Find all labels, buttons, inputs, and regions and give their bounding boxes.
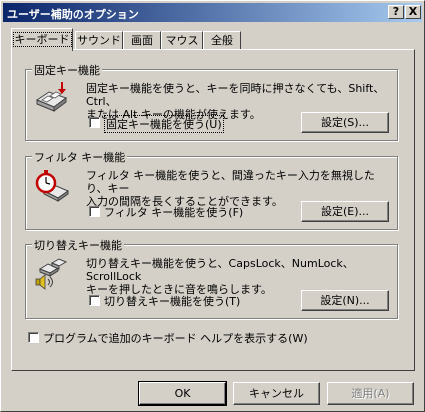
toggle-keys-checkbox[interactable] <box>89 295 100 306</box>
accessibility-options-dialog: ユーザー補助のオプション ? X キーボード サウンド 画面 マウス 全般 固定… <box>0 0 425 412</box>
tab-display[interactable]: 画面 <box>123 31 161 50</box>
tab-keyboard[interactable]: キーボード <box>11 28 73 51</box>
toggle-keys-group-title: 切り替えキー機能 <box>32 237 124 253</box>
keyboard-sticky-keys-icon <box>35 82 68 112</box>
toggle-keys-settings-button[interactable]: 設定(N)... <box>301 290 389 311</box>
title-bar[interactable]: ユーザー補助のオプション ? X <box>3 3 422 22</box>
extra-keyboard-help-label[interactable]: プログラムで追加のキーボード ヘルプを表示する(W) <box>43 330 308 346</box>
apply-button[interactable]: 適用(A) <box>327 382 414 405</box>
stopwatch-key-icon <box>35 170 70 202</box>
cancel-button[interactable]: キャンセル <box>233 382 320 405</box>
window-title: ユーザー補助のオプション <box>7 8 139 21</box>
filter-keys-checkbox-label[interactable]: フィルタ キー機能を使う(F) <box>104 204 243 220</box>
ok-button[interactable]: OK <box>138 381 227 406</box>
filter-keys-group: フィルタ キー機能 フィルタ キー機能を使うと、間違ったキー入力を無視したり、キ… <box>25 149 398 230</box>
sticky-keys-group-title: 固定キー機能 <box>32 62 102 78</box>
filter-keys-checkbox[interactable] <box>89 206 100 217</box>
sticky-keys-checkbox-label[interactable]: 固定キー機能を使う(U) <box>104 115 224 133</box>
sticky-keys-group: 固定キー機能 固定キー機能を使うと、キーを同時に押さなくても、Shift、Ctr… <box>25 62 398 141</box>
toggle-keys-group: 切り替えキー機能 切り替えキー機能を使うと、CapsLock、NumLock、S… <box>25 237 398 319</box>
filter-keys-group-title: フィルタ キー機能 <box>32 149 128 165</box>
help-button[interactable]: ? <box>388 5 404 19</box>
toggle-keys-checkbox-label[interactable]: 切り替えキー機能を使う(T) <box>104 293 240 309</box>
extra-keyboard-help-checkbox[interactable] <box>28 332 39 343</box>
filter-keys-settings-button[interactable]: 設定(E)... <box>301 201 389 222</box>
tab-sound[interactable]: サウンド <box>75 31 123 50</box>
sticky-keys-settings-button[interactable]: 設定(S)... <box>301 112 389 133</box>
tab-general[interactable]: 全般 <box>203 31 241 50</box>
speaker-keys-icon <box>35 258 68 290</box>
tab-mouse[interactable]: マウス <box>161 31 203 50</box>
close-button[interactable]: X <box>405 5 421 19</box>
sticky-keys-checkbox[interactable] <box>89 117 100 128</box>
